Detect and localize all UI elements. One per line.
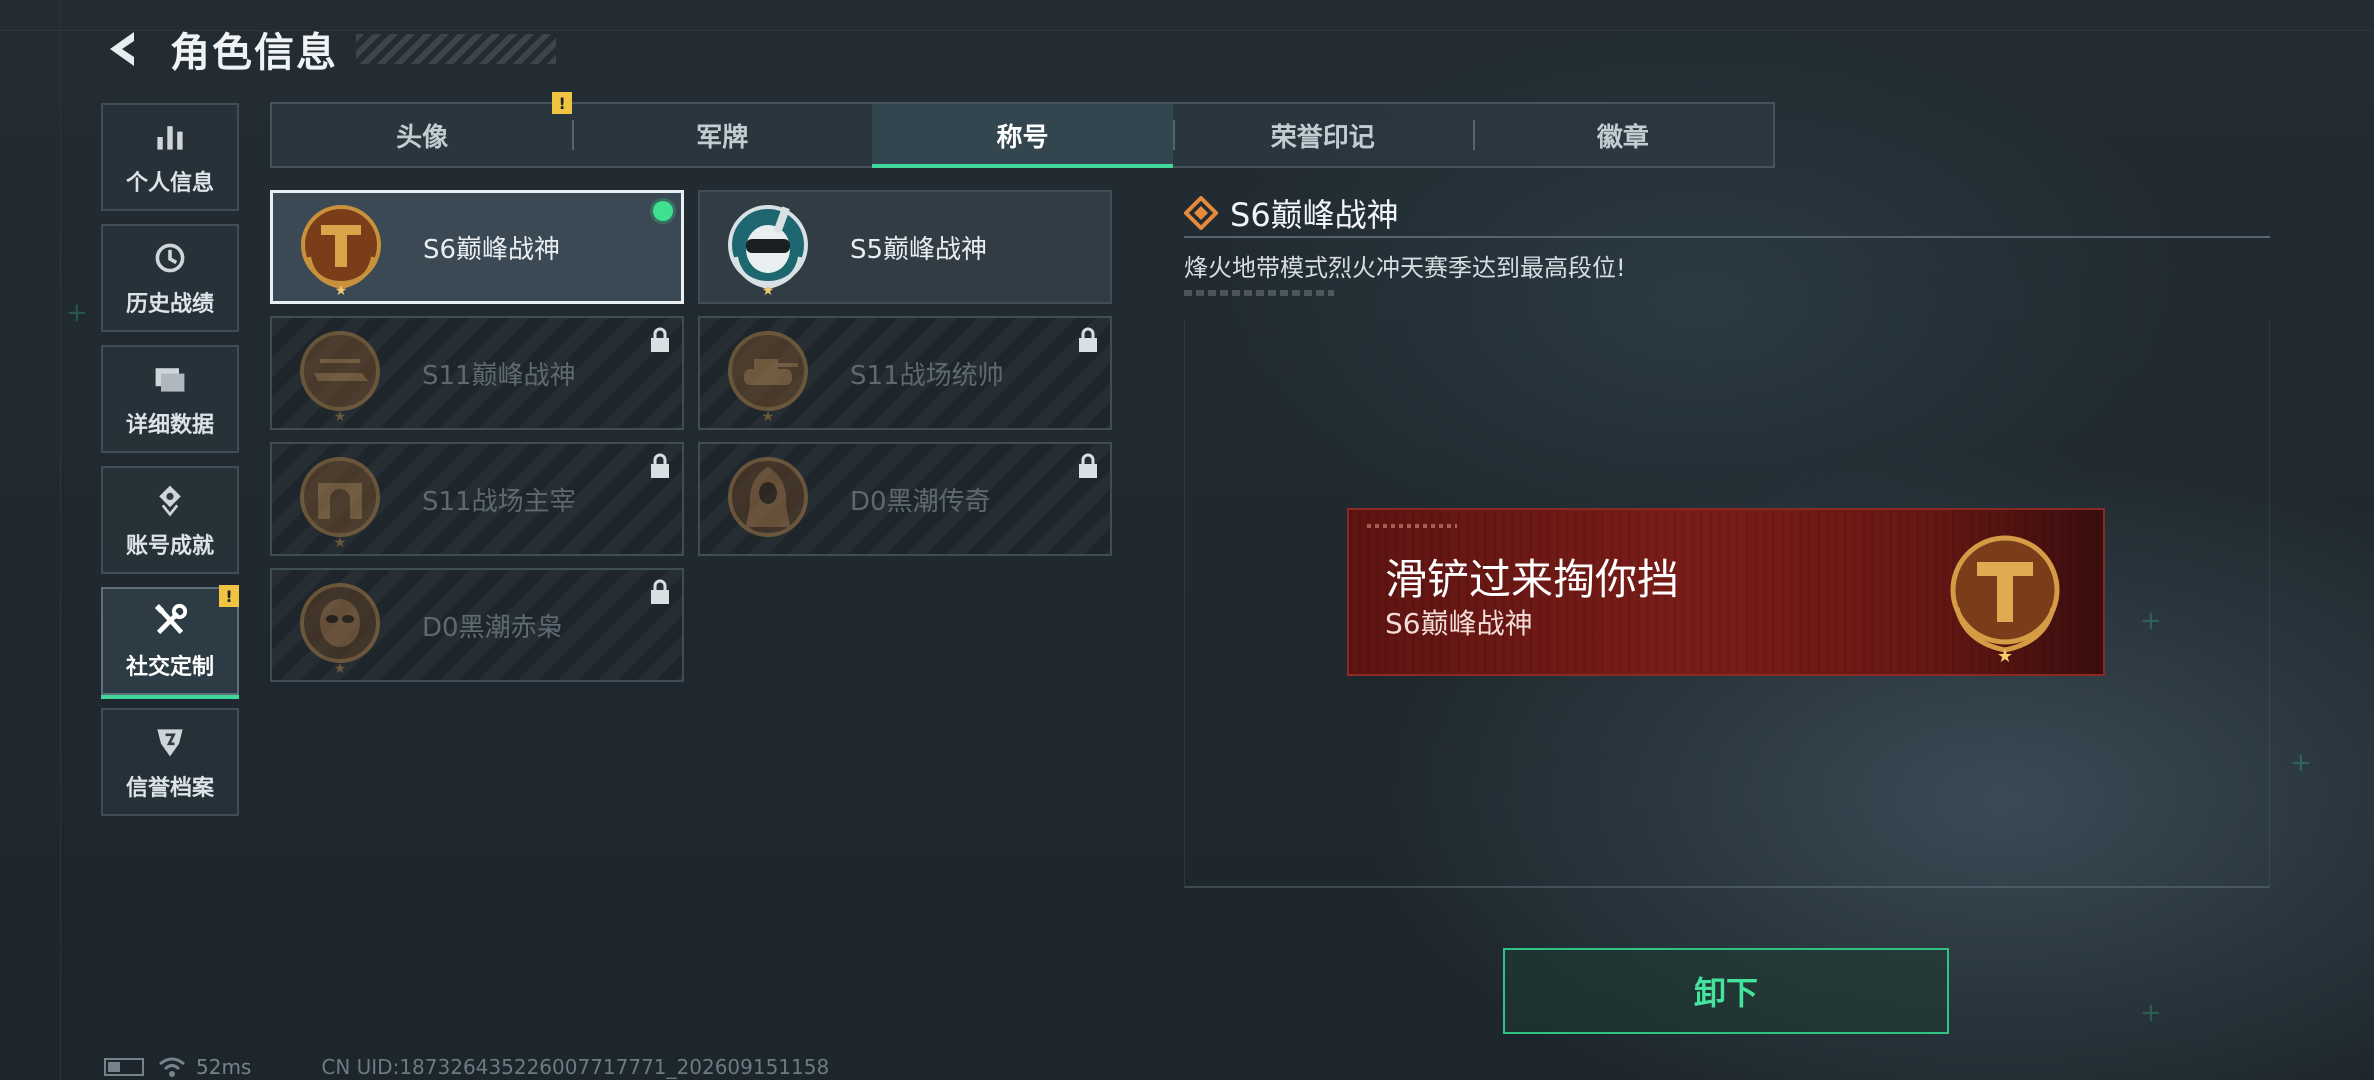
sidebar-item-label: 社交定制 [125,655,214,680]
svg-text:★: ★ [335,283,348,297]
title-card-s11-commander[interactable]: ★ S11战场统帅 [698,316,1112,430]
hooded-figure-medal-icon [718,449,818,549]
sidebar-item-detailed-data[interactable]: 详细数据 [101,345,239,453]
equipped-indicator [653,201,673,221]
svg-text:★: ★ [334,409,347,423]
unequip-button[interactable]: 卸下 [1503,948,1949,1034]
lock-icon [651,327,669,352]
description-decoration [1184,290,1334,296]
mask-medal-icon: ★ [290,575,390,675]
tab-label: 军牌 [696,122,749,153]
skull-goggles-medal-icon: ★ [718,197,818,297]
title-card-s11-peak[interactable]: ★ S11巅峰战神 [270,316,684,430]
title-card-d0-legend[interactable]: D0黑潮传奇 [698,442,1112,556]
sidebar-item-label: 账号成就 [125,534,214,559]
detail-title: S6巅峰战神 [1230,196,1399,234]
title-decoration [356,34,556,64]
title-name: S6巅峰战神 [423,234,561,265]
tab-bar: 头像 ! 军牌 称号 荣誉印记 徽章 [270,92,1775,168]
bg-crosshair: + [66,298,88,328]
arch-medal-icon: ★ [290,449,390,549]
warning-badge: ! [219,585,239,607]
title-name: S11巅峰战神 [422,360,576,391]
wifi-icon [159,1057,185,1077]
title-name: S11战场主宰 [422,486,576,517]
sidebar-item-label: 个人信息 [125,171,214,196]
tab-label: 荣誉印记 [1270,122,1375,153]
sidebar-item-label: 详细数据 [125,413,214,438]
banner-nickname: 滑铲过来掏你挡 [1385,555,1680,604]
banner-title: S6巅峰战神 [1385,607,1533,640]
svg-text:★: ★ [762,283,775,297]
bar-chart-icon [150,117,190,157]
title-name: D0黑潮赤枭 [422,612,563,643]
sidebar-item-credit-record[interactable]: 信誉档案 [101,708,239,816]
tab-label: 头像 [396,122,449,153]
user-uid: CN UID:18732643522600771777​1_2026091511… [321,1055,830,1079]
bg-crosshair: + [2290,748,2312,778]
sidebar-item-label: 信誉档案 [125,776,214,801]
t-emblem-medal-icon: ★ [291,197,391,297]
shield-icon [150,722,190,762]
lock-icon [1079,327,1097,352]
back-arrow-icon[interactable] [100,26,146,72]
detail-description: 烽火地带模式烈火冲天赛季达到最高段位! [1184,254,1626,282]
tab-honor-mark[interactable]: 荣誉印记 [1172,104,1473,166]
t-emblem-medal-icon: ★ [1935,524,2075,667]
lock-icon [651,579,669,604]
diamond-icon [1184,196,1218,230]
sidebar-item-personal-info[interactable]: 个人信息 [101,103,239,211]
folder-icon [150,359,190,399]
sidebar-item-history[interactable]: 历史战绩 [101,224,239,332]
sidebar-item-social-custom[interactable]: ! 社交定制 [101,585,239,699]
history-icon [150,238,190,278]
tab-label: 称号 [996,122,1049,153]
svg-text:★: ★ [1997,646,2013,664]
sidebar-item-achievements[interactable]: 账号成就 [101,466,239,574]
sidebar-item-label: 历史战绩 [125,292,214,317]
svg-text:★: ★ [334,535,347,549]
ping-value: 52ms [196,1055,252,1079]
bg-crosshair: + [2140,998,2162,1028]
detail-header: S6巅峰战神 [1184,190,2270,238]
page-title: 角色信息 [170,30,338,76]
banner-decoration [1367,524,1457,528]
helicopter-medal-icon: ★ [290,323,390,423]
nameplate-preview: 滑铲过来掏你挡 S6巅峰战神 ★ [1347,508,2105,676]
tab-label: 徽章 [1596,122,1649,153]
bg-line [60,0,61,1080]
lock-icon [651,453,669,478]
lock-icon [1079,453,1097,478]
sidebar: 个人信息 历史战绩 详细数据 账号成就 ! 社交定制 信誉档案 [101,103,239,829]
tab-dog-tag[interactable]: 军牌 [572,104,872,166]
title-grid: ★ S6巅峰战神 ★ S5巅峰战神 ★ S11巅峰战神 ★ S11战场统帅 ★ … [270,190,1126,682]
title-name: D0黑潮传奇 [850,486,991,517]
title-card-s5-peak[interactable]: ★ S5巅峰战神 [698,190,1112,304]
title-card-s11-dominator[interactable]: ★ S11战场主宰 [270,442,684,556]
tab-avatar[interactable]: 头像 ! [272,92,573,166]
achievement-icon [150,480,190,520]
page-header: 角色信息 [100,18,556,80]
svg-text:★: ★ [762,409,775,423]
title-name: S5巅峰战神 [850,234,988,265]
tank-medal-icon: ★ [718,323,818,423]
warning-badge: ! [552,92,573,114]
tab-title[interactable]: 称号 [872,104,1173,168]
status-bar: 52ms CN UID:18732643522600771777​1_20260… [104,1054,829,1080]
title-card-s6-peak[interactable]: ★ S6巅峰战神 [270,190,684,304]
svg-text:★: ★ [334,661,347,675]
wrench-screwdriver-icon [150,601,190,641]
title-name: S11战场统帅 [850,360,1004,391]
tab-badge[interactable]: 徽章 [1472,104,1773,166]
title-card-d0-owl[interactable]: ★ D0黑潮赤枭 [270,568,684,682]
battery-icon [104,1058,144,1076]
